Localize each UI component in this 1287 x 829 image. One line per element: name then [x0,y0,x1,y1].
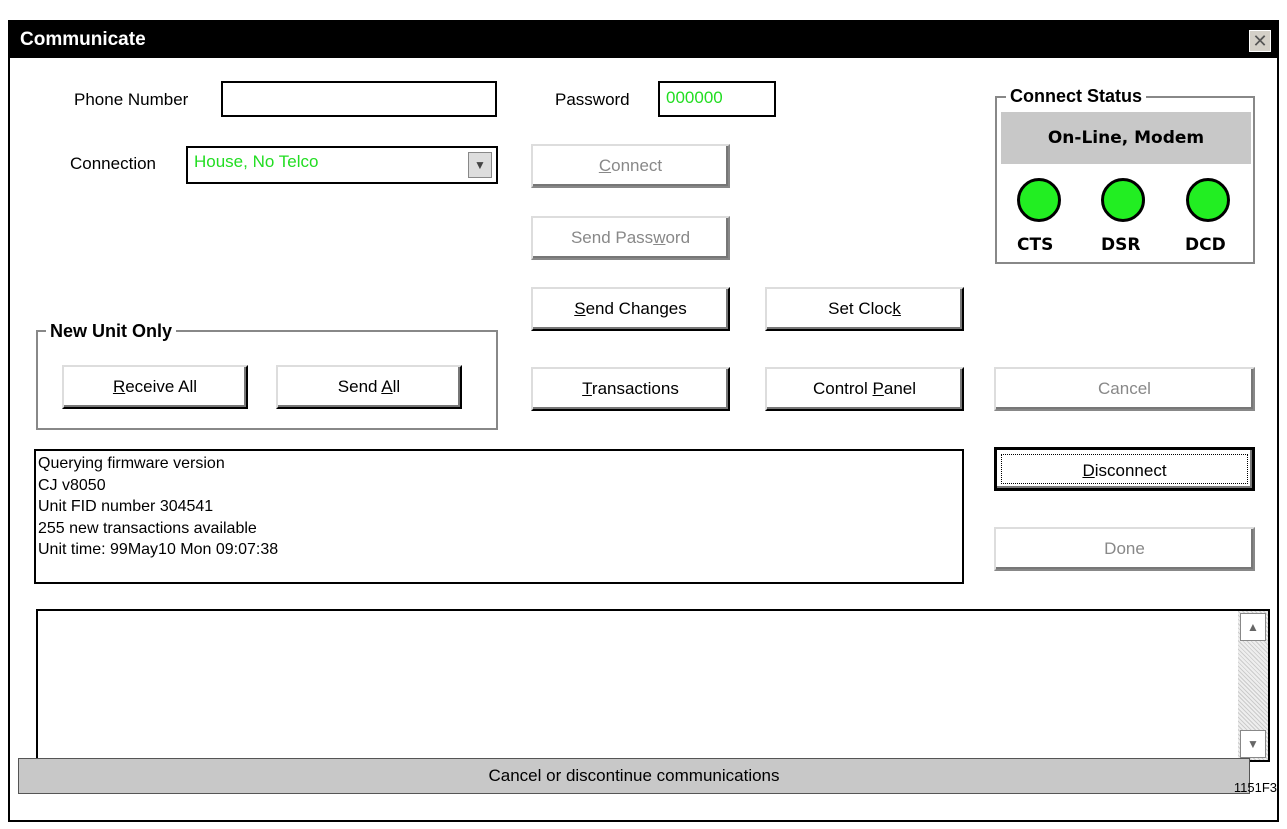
disconnect-button[interactable]: Disconnect [994,447,1255,491]
message-log: Querying firmware version CJ v8050 Unit … [34,449,964,584]
send-changes-button[interactable]: Send Changes [531,287,730,331]
dsr-indicator-icon [1101,178,1145,222]
cts-label: CTS [1017,235,1054,255]
connection-select[interactable]: House, No Telco ▼ [186,146,498,184]
phone-number-field[interactable] [221,81,497,117]
send-all-button[interactable]: Send All [276,365,462,409]
scroll-up-icon[interactable]: ▲ [1240,613,1266,641]
log-line: Unit FID number 304541 [38,498,214,515]
status-bar: Cancel or discontinue communications [18,758,1250,794]
set-clock-button[interactable]: Set Clock [765,287,964,331]
detail-text-area[interactable]: ▲ ▼ [36,609,1270,762]
connection-label: Connection [70,154,157,173]
log-line: 255 new transactions available [38,519,257,537]
control-panel-button[interactable]: Control Panel [765,367,964,411]
password-field[interactable]: 000000 [658,81,776,117]
cts-indicator-icon [1017,178,1061,222]
done-button[interactable]: Done [994,527,1255,571]
close-icon[interactable]: ✕ [1249,30,1271,52]
log-line: Querying firmware version [38,455,225,472]
transactions-button[interactable]: Transactions [531,367,730,411]
new-unit-only-title: New Unit Only [46,321,177,342]
connect-status-state: On-Line, Modem [1001,112,1251,164]
connect-status-title: Connect Status [1006,86,1147,107]
dcd-label: DCD [1185,235,1226,255]
dsr-label: DSR [1101,235,1141,255]
password-label: Password [555,90,630,109]
scroll-down-icon[interactable]: ▼ [1240,730,1266,758]
title-bar: Communicate ✕ [10,22,1277,58]
dcd-indicator-icon [1186,178,1230,222]
connection-select-value: House, No Telco [194,152,319,171]
phone-number-label: Phone Number [74,90,189,109]
log-line: CJ v8050 [38,476,106,494]
log-line: Unit time: 99May10 Mon 09:07:38 [38,541,279,558]
focus-rect: Disconnect [1001,454,1248,484]
send-password-button[interactable]: Send Password [531,216,730,260]
receive-all-button[interactable]: Receive All [62,365,248,409]
chevron-down-icon[interactable]: ▼ [468,152,492,178]
cancel-button[interactable]: Cancel [994,367,1255,411]
figure-id: 1151F3 [1233,780,1277,795]
window-title: Communicate [20,29,146,50]
connect-button[interactable]: Connect [531,144,730,188]
vertical-scrollbar[interactable]: ▲ ▼ [1238,611,1268,760]
